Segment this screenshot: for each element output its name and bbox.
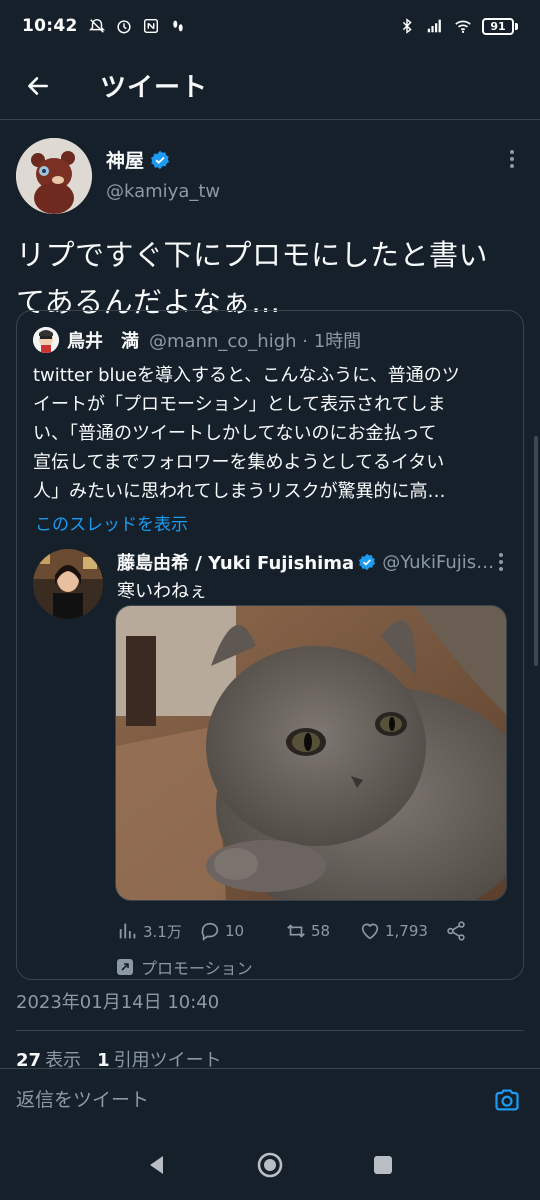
- quoted-tweet-card[interactable]: 鳥井 満 @mann_co_high · 1時間 twitter blueを導入…: [16, 310, 524, 980]
- main-tweet: 神屋 @kamiya_tw リプですぐ下にプロモにしたと書い てあるんだよなぁ…: [0, 122, 540, 326]
- circle-home-icon: [257, 1152, 283, 1178]
- retweet-button[interactable]: 58: [285, 920, 359, 942]
- back-button[interactable]: [18, 66, 58, 106]
- share-icon: [447, 921, 465, 941]
- status-time: 10:42: [22, 16, 78, 36]
- verified-badge-icon: [359, 553, 376, 571]
- nested-author-name: 藤島由希 / Yuki Fujishima: [117, 553, 355, 574]
- reply-count: 10: [225, 922, 245, 940]
- views-count: 3.1万: [143, 922, 182, 941]
- status-bar: 10:42 91: [0, 0, 540, 52]
- promoted-label: プロモーション: [141, 959, 253, 978]
- author-handle: @kamiya_tw: [106, 181, 221, 202]
- scrollbar[interactable]: [534, 436, 538, 666]
- status-icons-right: 91: [398, 17, 518, 35]
- nav-recents-button[interactable]: [363, 1145, 403, 1185]
- nested-tweet-text: 寒いわねぇ: [117, 581, 207, 602]
- top-app-bar: ツイート: [0, 52, 540, 120]
- tweet-author-row: 神屋 @kamiya_tw: [16, 138, 524, 218]
- app-root: 10:42 91 ツイート 神屋 @kamiya_tw リプですぐ下にプロモにし…: [0, 0, 540, 1200]
- battery-icon: 91: [482, 17, 518, 35]
- reply-button[interactable]: 10: [199, 920, 285, 942]
- retweet-count: 58: [311, 922, 331, 940]
- verified-badge-icon: [150, 150, 170, 169]
- cat-image: [116, 606, 506, 900]
- camera-icon: [495, 1089, 519, 1110]
- author-display-name[interactable]: 神屋: [106, 146, 220, 173]
- tweet-timestamp: 2023年01月14日 10:40: [16, 992, 220, 1013]
- steps-icon: [172, 20, 183, 32]
- like-button[interactable]: 1,793: [359, 920, 445, 942]
- nested-author-handle: @YukiFujishima: [382, 551, 499, 573]
- bear-avatar-image: [16, 138, 92, 214]
- battery-level: 91: [482, 17, 514, 35]
- bluetooth-icon: [402, 18, 412, 34]
- author-avatar[interactable]: [16, 138, 92, 214]
- views-icon: [119, 923, 136, 939]
- retweet-icon: [287, 924, 305, 938]
- nfc-icon: [143, 18, 158, 34]
- heart-icon: [361, 923, 379, 940]
- back-arrow-icon: [28, 76, 48, 95]
- quoted-tweet-header: 鳥井 満 @mann_co_high · 1時間: [17, 311, 523, 353]
- wifi-icon: [455, 20, 471, 34]
- quoted-author-handle-time: @mann_co_high · 1時間: [149, 331, 362, 352]
- mute-icon: [88, 18, 105, 33]
- quoted-author-avatar: [33, 327, 59, 353]
- quoted-tweet-text: twitter blueを導入すると、こんなふうに、普通のツ イートが「プロモー…: [33, 365, 460, 502]
- nested-author-avatar[interactable]: [33, 549, 103, 619]
- nav-back-button[interactable]: [137, 1145, 177, 1185]
- author-name-text: 神屋: [106, 150, 145, 172]
- square-recents-icon: [374, 1156, 393, 1174]
- nested-tweet-actions: 3.1万 10 58 1,793: [117, 915, 497, 947]
- reply-input[interactable]: [16, 1088, 490, 1111]
- system-navigation-bar: [0, 1130, 540, 1200]
- show-thread-link[interactable]: このスレッドを表示: [17, 506, 523, 535]
- nav-home-button[interactable]: [250, 1145, 290, 1185]
- divider: [16, 1030, 524, 1031]
- share-button[interactable]: [445, 920, 467, 942]
- like-count: 1,793: [385, 922, 428, 940]
- promoted-icon: [117, 959, 133, 975]
- signal-icon: [427, 19, 441, 33]
- camera-button[interactable]: [490, 1083, 524, 1117]
- alarm-icon: [117, 20, 131, 34]
- nested-tweet-header: 藤島由希 / Yuki Fujishima @YukiFujishima: [117, 549, 507, 575]
- triangle-back-icon: [149, 1156, 163, 1174]
- cat-photo[interactable]: [115, 605, 507, 901]
- tweet-more-button[interactable]: [500, 150, 524, 168]
- nested-more-button[interactable]: [499, 553, 507, 571]
- page-title: ツイート: [100, 73, 209, 103]
- reply-composer: [0, 1068, 540, 1130]
- status-icons-left: [88, 17, 187, 35]
- promoted-indicator: プロモーション: [117, 955, 253, 979]
- quoted-author-name: 鳥井 満: [67, 331, 139, 352]
- views-button[interactable]: 3.1万: [117, 920, 199, 942]
- reply-icon: [201, 922, 219, 941]
